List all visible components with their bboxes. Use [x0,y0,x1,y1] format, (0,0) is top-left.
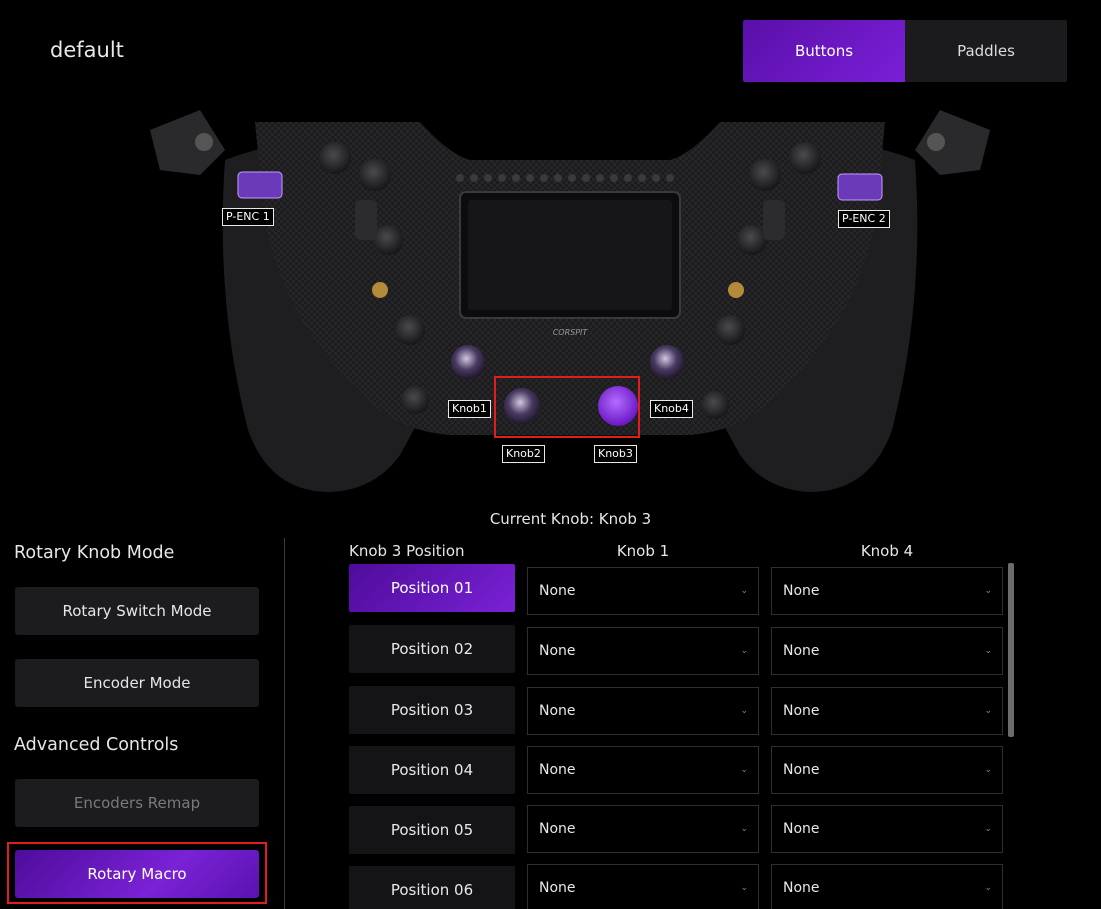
select-value: None [539,821,576,837]
current-knob-label: Current Knob: Knob 3 [489,510,652,528]
knob1-select-row4[interactable]: None ⌄ [527,746,759,794]
knob2-label[interactable]: Knob2 [502,445,545,463]
advanced-controls-title: Advanced Controls [14,735,179,755]
chevron-down-icon: ⌄ [984,706,992,716]
knob4-select-row2[interactable]: None ⌄ [771,627,1003,675]
knob1-label[interactable]: Knob1 [448,400,491,418]
chevron-down-icon: ⌄ [740,586,748,596]
chevron-down-icon: ⌄ [984,883,992,893]
chevron-down-icon: ⌄ [984,765,992,775]
rotary-knob-mode-title: Rotary Knob Mode [14,543,175,563]
chevron-down-icon: ⌄ [984,586,992,596]
knob1-graphic [451,345,485,379]
select-value: None [783,880,820,896]
select-value: None [783,821,820,837]
select-value: None [783,762,820,778]
encoders-remap-button[interactable]: Encoders Remap [15,779,259,827]
knob1-select-row3[interactable]: None ⌄ [527,687,759,735]
encoder-mode-button[interactable]: Encoder Mode [15,659,259,707]
brand-logo: CORSPIT [553,328,589,337]
chevron-down-icon: ⌄ [740,706,748,716]
chevron-down-icon: ⌄ [740,883,748,893]
knob4-select-row4[interactable]: None ⌄ [771,746,1003,794]
chevron-down-icon: ⌄ [740,824,748,834]
select-value: None [539,880,576,896]
rotary-macro-button[interactable]: Rotary Macro [15,850,259,898]
select-value: None [783,703,820,719]
knob4-select-row5[interactable]: None ⌄ [771,805,1003,853]
steering-wheel-graphic: CORSPIT [150,110,990,492]
select-value: None [539,583,576,599]
knob2-graphic [504,388,540,424]
knob1-select-row1[interactable]: None ⌄ [527,567,759,615]
knob1-column-header: Knob 1 [616,542,670,560]
position-06-button[interactable]: Position 06 [349,866,515,909]
position-04-button[interactable]: Position 04 [349,746,515,794]
sidebar-divider [284,538,285,909]
select-value: None [783,643,820,659]
chevron-down-icon: ⌄ [740,646,748,656]
steering-wheel-image: CORSPIT P-ENC 1 P-ENC 2 Knob1 Knob2 Knob… [130,100,1010,510]
knob3-label[interactable]: Knob3 [594,445,637,463]
paddles-tab[interactable]: Paddles [905,20,1067,82]
select-value: None [539,703,576,719]
chevron-down-icon: ⌄ [740,765,748,775]
knob4-column-header: Knob 4 [860,542,914,560]
knob4-graphic [650,345,684,379]
select-value: None [539,643,576,659]
penc1-label[interactable]: P-ENC 1 [222,208,274,226]
knob4-select-row1[interactable]: None ⌄ [771,567,1003,615]
table-scrollbar[interactable] [1008,563,1014,737]
position-column-header: Knob 3 Position [349,542,465,560]
chevron-down-icon: ⌄ [984,824,992,834]
knob4-select-row6[interactable]: None ⌄ [771,864,1003,909]
profile-name: default [50,38,124,62]
knob4-label[interactable]: Knob4 [650,400,693,418]
position-05-button[interactable]: Position 05 [349,806,515,854]
buttons-tab[interactable]: Buttons [743,20,905,82]
position-02-button[interactable]: Position 02 [349,625,515,673]
knob1-select-row5[interactable]: None ⌄ [527,805,759,853]
view-toggle: Buttons Paddles [743,20,1067,82]
position-01-button[interactable]: Position 01 [349,564,515,612]
knob4-select-row3[interactable]: None ⌄ [771,687,1003,735]
knob1-select-row2[interactable]: None ⌄ [527,627,759,675]
rotary-switch-mode-button[interactable]: Rotary Switch Mode [15,587,259,635]
select-value: None [539,762,576,778]
select-value: None [783,583,820,599]
penc2-label[interactable]: P-ENC 2 [838,210,890,228]
knob3-graphic [598,386,638,426]
knob1-select-row6[interactable]: None ⌄ [527,864,759,909]
chevron-down-icon: ⌄ [984,646,992,656]
position-03-button[interactable]: Position 03 [349,686,515,734]
